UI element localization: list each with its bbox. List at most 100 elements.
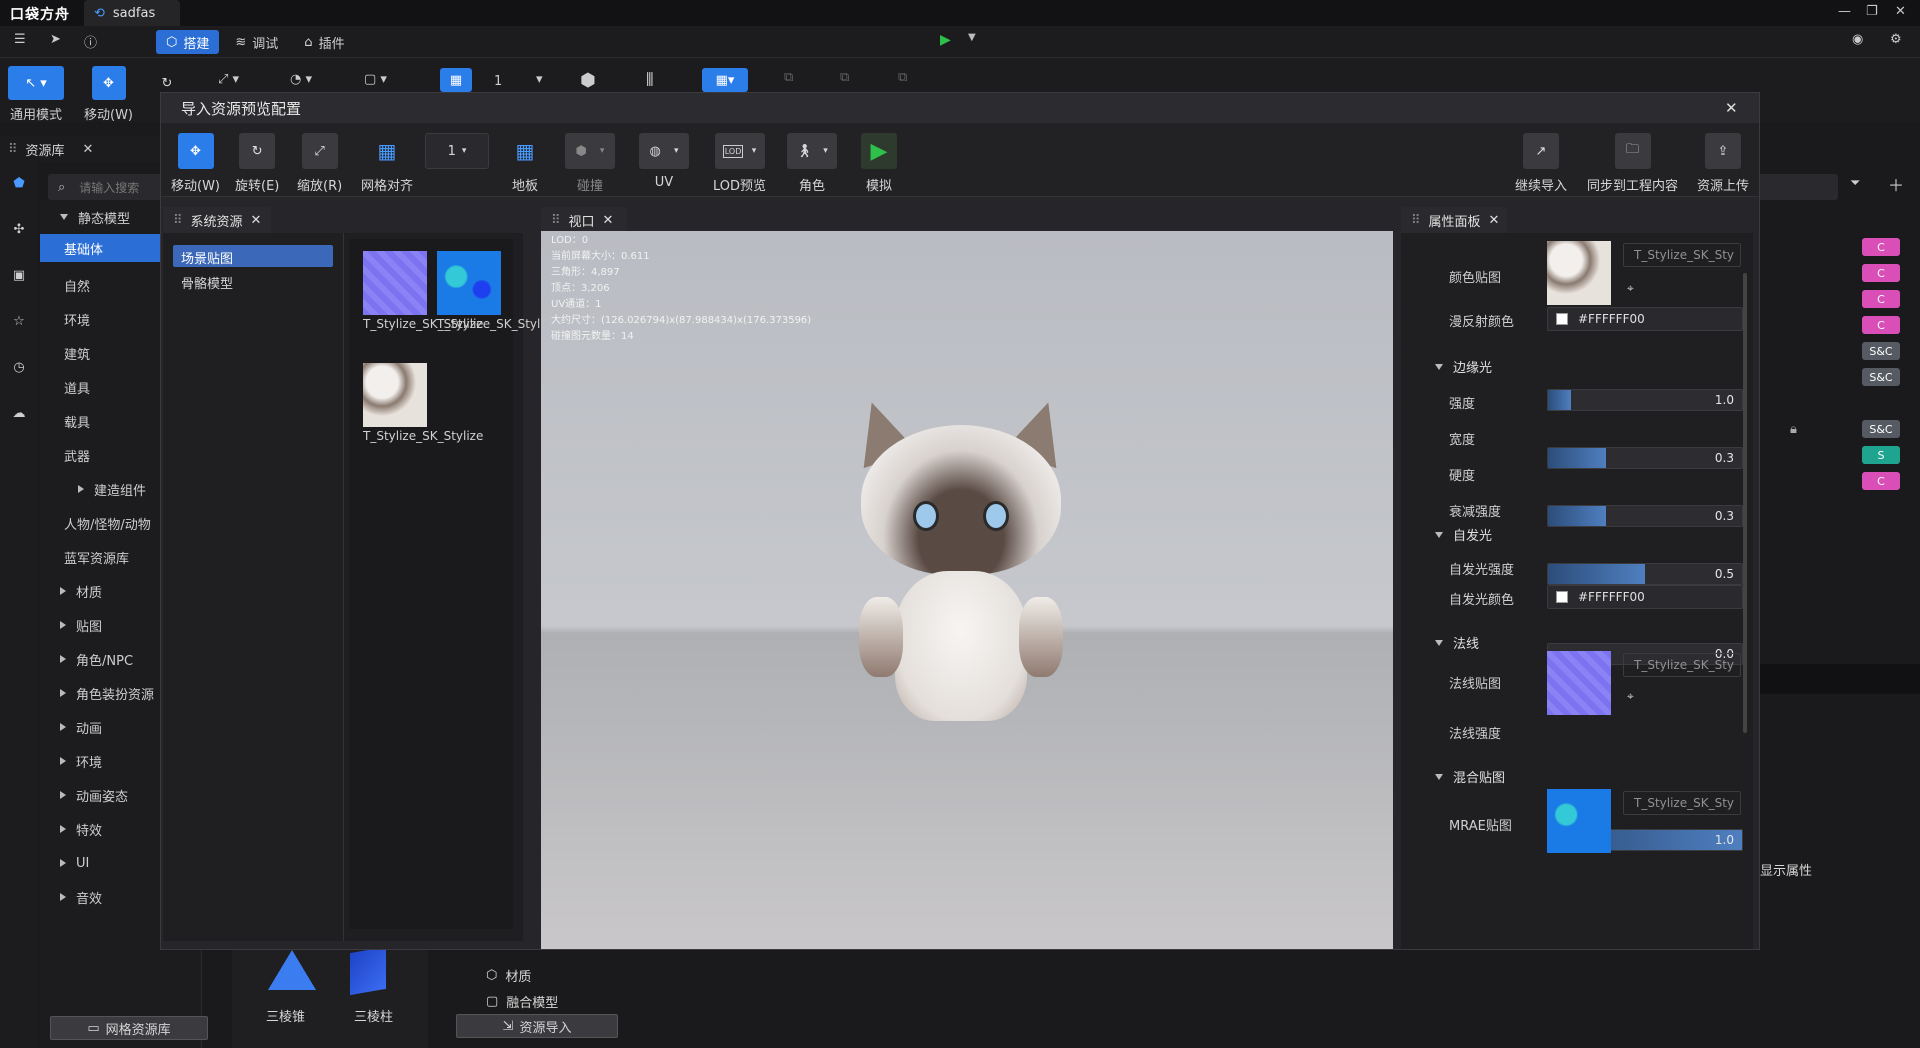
color-swatch[interactable] xyxy=(1556,591,1568,603)
normal-section-header[interactable]: 法线 xyxy=(1435,633,1479,652)
lod-preview-button[interactable]: LOD ▾ LOD预览 xyxy=(713,133,766,194)
gear-icon[interactable]: ⚙ xyxy=(1890,32,1902,47)
status-badge[interactable]: C xyxy=(1862,238,1900,256)
chevron-down-icon[interactable]: ▾ xyxy=(536,72,543,87)
pyramid-thumbnail[interactable] xyxy=(268,950,316,990)
locate-icon[interactable]: ⌖ xyxy=(1627,689,1634,704)
grid-icon[interactable]: ▦ xyxy=(440,68,472,92)
rim-slider[interactable]: 0.3 xyxy=(1547,505,1743,527)
viewport-3d[interactable]: LOD：0 当前屏幕大小：0.611 三角形：4,897 顶点：3,206 UV通道：1… xyxy=(541,231,1393,949)
rim-section-header[interactable]: 边缘光 xyxy=(1435,357,1492,376)
move-tool-button[interactable]: ✥ 移动(W) xyxy=(84,66,133,123)
diffuse-color-field[interactable]: #FFFFFF00 xyxy=(1547,307,1743,331)
toolbox-icon[interactable]: ▣ xyxy=(0,252,38,298)
status-badge[interactable]: C xyxy=(1862,316,1900,334)
send-icon[interactable]: ➤ xyxy=(50,32,61,47)
rim-slider[interactable]: 0.3 xyxy=(1547,447,1743,469)
layout-icon[interactable]: ▦▾ xyxy=(702,68,748,92)
character-model[interactable] xyxy=(845,393,1075,731)
status-badge[interactable]: S&C xyxy=(1862,342,1900,360)
normal-map-preview[interactable] xyxy=(1547,651,1611,715)
lock-icon[interactable]: 🔒︎ xyxy=(1790,422,1797,437)
clock-icon[interactable]: ◷ xyxy=(0,344,38,390)
filter-icon[interactable]: ⏷ xyxy=(1850,176,1860,191)
list-item[interactable]: ▢ 融合模型 xyxy=(486,992,558,1011)
rotate-button[interactable]: ↻ 旋转(E) xyxy=(235,133,279,194)
category-skeletal-models[interactable]: 骨骼模型 xyxy=(181,273,233,292)
close-icon[interactable]: ✕ xyxy=(603,213,614,228)
prism-thumbnail[interactable] xyxy=(350,946,386,996)
mrae-map-preview[interactable] xyxy=(1547,789,1611,853)
scale-icon[interactable]: ⤢ ▾ xyxy=(218,72,239,87)
character-button[interactable]: 🚶︎ ▾ 角色 xyxy=(787,133,837,194)
emissive-section-header[interactable]: 自发光 xyxy=(1435,525,1492,544)
hamburger-icon[interactable]: ☰ xyxy=(14,32,26,47)
duplicate-icon[interactable]: ⧉ xyxy=(898,70,907,85)
floor-button[interactable]: ▦ 地板 xyxy=(507,133,543,194)
help-icon[interactable]: ⓘ xyxy=(84,32,97,51)
library-search[interactable]: ⌕ 请输入搜索 xyxy=(48,174,168,200)
status-badge[interactable]: C xyxy=(1862,290,1900,308)
scrollbar[interactable] xyxy=(1743,273,1747,733)
close-icon[interactable]: ✕ xyxy=(1489,213,1500,228)
asset-import-button[interactable]: ⇲ 资源导入 xyxy=(456,1014,618,1038)
mix-section-header[interactable]: 混合贴图 xyxy=(1435,767,1505,786)
grid-snap-button[interactable]: ▦ 网格对齐 xyxy=(361,133,413,194)
status-badge[interactable]: S&C xyxy=(1862,368,1900,386)
shapes-icon[interactable]: ⬟ xyxy=(0,160,38,206)
move-button[interactable]: ✥ 移动(W) xyxy=(171,133,220,194)
upload-cloud-icon[interactable]: ☁ xyxy=(0,390,38,436)
play-icon[interactable]: ▶ xyxy=(940,32,951,48)
general-mode-button[interactable]: ↖ ▾ 通用模式 xyxy=(8,66,64,123)
status-badge[interactable]: S&C xyxy=(1862,420,1900,438)
rim-slider[interactable]: 1.0 xyxy=(1547,389,1743,411)
uv-button[interactable]: ◍ ▾ UV xyxy=(639,133,689,190)
chevron-down-icon[interactable]: ▼ xyxy=(968,32,976,43)
texture-item[interactable]: T_Stylize_SK_Stylize xyxy=(363,251,483,334)
category-scene-textures[interactable]: 场景贴图 xyxy=(173,245,333,267)
system-panel-tab[interactable]: ⠿ 系统资源 ✕ xyxy=(163,207,271,233)
minimize-icon[interactable]: — xyxy=(1838,4,1851,19)
tab-debug[interactable]: ≋ 调试 xyxy=(225,30,288,54)
properties-tab[interactable]: ⠿ 属性面板 ✕ xyxy=(1401,207,1507,233)
locate-icon[interactable]: ⌖ xyxy=(1627,281,1634,296)
grid-size-field[interactable]: 1 xyxy=(494,74,502,89)
status-badge[interactable]: S xyxy=(1862,446,1900,464)
close-icon[interactable]: ✕ xyxy=(1725,99,1738,117)
color-swatch[interactable] xyxy=(1556,313,1568,325)
asset-upload-button[interactable]: ⇪ 资源上传 xyxy=(1697,133,1749,194)
restore-icon[interactable]: ❐ xyxy=(1866,4,1878,19)
mrae-map-field[interactable]: T_Stylize_SK_Sty xyxy=(1623,791,1741,815)
texture-item[interactable]: T_Stylize_SK_Stylize xyxy=(363,363,483,446)
eye-icon[interactable]: ◉ xyxy=(1852,32,1863,47)
components-icon[interactable]: ✣ xyxy=(0,206,38,252)
sync-project-button[interactable]: 🗀︎ 同步到工程内容 xyxy=(1587,133,1678,194)
copy-icon[interactable]: ⧉ xyxy=(784,70,793,85)
tab-build[interactable]: ⬡ 搭建 xyxy=(156,30,220,54)
drag-handle-icon[interactable]: ⠿ xyxy=(8,142,18,157)
close-icon[interactable]: ✕ xyxy=(83,142,94,157)
texture-item[interactable]: T_Stylize_SK_Stylize xyxy=(437,251,557,334)
grid-size-select[interactable]: 1 ▾ xyxy=(425,133,489,169)
normal-map-field[interactable]: T_Stylize_SK_Sty xyxy=(1623,653,1741,677)
mesh-library-button[interactable]: ▭ 网格资源库 xyxy=(50,1016,208,1040)
close-icon[interactable]: ✕ xyxy=(251,213,262,228)
status-badge[interactable]: C xyxy=(1862,472,1900,490)
tab-plugin[interactable]: ⌂ 插件 xyxy=(294,30,354,54)
align-icon[interactable]: ⫴ xyxy=(646,70,654,91)
status-badge[interactable]: C xyxy=(1862,264,1900,282)
search-input[interactable]: 请输入搜索 xyxy=(79,179,139,196)
color-map-preview[interactable] xyxy=(1547,241,1611,305)
collision-button[interactable]: ⬢ ▾ 碰撞 xyxy=(565,133,615,194)
star-icon[interactable]: ☆ xyxy=(0,298,38,344)
viewport-tab[interactable]: ⠿ 视口 ✕ xyxy=(541,207,627,233)
list-item[interactable]: ⬡ 材质 xyxy=(486,966,531,985)
rim-slider[interactable]: 0.5 xyxy=(1547,563,1743,585)
close-window-icon[interactable]: ✕ xyxy=(1895,4,1906,19)
project-tab[interactable]: ⟲ sadfas xyxy=(84,0,180,26)
square-icon[interactable]: ▢ ▾ xyxy=(364,72,387,87)
gauge-icon[interactable]: ◔ ▾ xyxy=(290,72,312,87)
paste-icon[interactable]: ⧉ xyxy=(840,70,849,85)
right-search-input[interactable] xyxy=(1758,174,1838,200)
emissive-color-field[interactable]: #FFFFFF00 xyxy=(1547,585,1743,609)
